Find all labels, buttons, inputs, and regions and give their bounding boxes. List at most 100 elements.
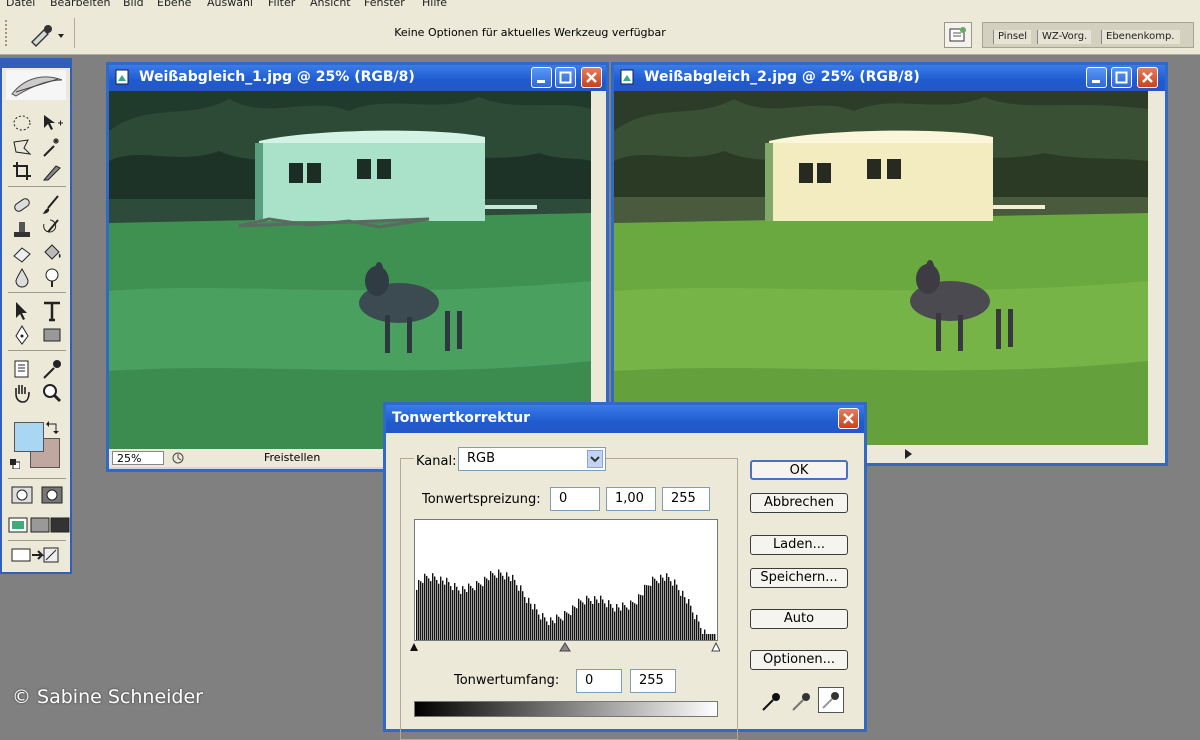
menu-ebene[interactable]: Ebene (157, 0, 191, 9)
channel-select[interactable]: RGB (458, 447, 606, 471)
document-1-scrollbar[interactable] (591, 91, 606, 449)
palette-tab-ebenenkomp[interactable]: Ebenenkomp. (1101, 30, 1180, 44)
notes-tool-icon[interactable] (10, 358, 34, 380)
histogram-bar (668, 577, 670, 640)
histogram-bar (424, 573, 426, 640)
output-white-field[interactable]: 255 (630, 669, 676, 693)
pen-tool-icon[interactable] (10, 324, 34, 346)
zoom-tool-icon[interactable] (40, 382, 64, 404)
scroll-right-arrow-icon[interactable] (902, 448, 914, 460)
toolbox-title-bar[interactable] (2, 60, 70, 68)
white-eyedropper-icon[interactable] (818, 687, 844, 713)
input-white-field[interactable]: 255 (662, 487, 710, 511)
move-tool-icon[interactable] (40, 112, 64, 134)
output-black-field[interactable]: 0 (576, 669, 622, 693)
palette-tab-pinsel[interactable]: Pinsel (993, 30, 1032, 44)
menu-datei[interactable]: Datei (6, 0, 35, 9)
gray-eyedropper-icon[interactable] (790, 689, 814, 713)
maximize-button[interactable] (1111, 67, 1132, 88)
minimize-button[interactable] (1086, 67, 1107, 88)
maximize-button[interactable] (555, 67, 576, 88)
swap-colors-icon[interactable] (46, 420, 60, 434)
magic-wand-icon[interactable] (40, 136, 64, 158)
dodge-tool-icon[interactable] (40, 266, 64, 288)
input-black-field[interactable]: 0 (550, 487, 600, 511)
menu-fenster[interactable]: Fenster (364, 0, 405, 9)
dialog-title-bar[interactable]: Tonwertkorrektur (386, 405, 864, 433)
crop-tool-icon[interactable] (10, 160, 34, 182)
menu-filter[interactable]: Filter (268, 0, 295, 9)
histogram-bar (500, 572, 502, 640)
menu-hilfe[interactable]: Hilfe (422, 0, 447, 9)
histogram-bar (706, 634, 708, 640)
rectangle-tool-icon[interactable] (40, 324, 64, 346)
healing-brush-icon[interactable] (10, 194, 34, 216)
black-eyedropper-icon[interactable] (760, 689, 784, 713)
marquee-tool-icon[interactable] (10, 112, 34, 134)
histogram-bar (416, 589, 418, 640)
cancel-button[interactable]: Abbrechen (750, 493, 848, 513)
ok-button[interactable]: OK (750, 460, 848, 480)
histogram-bar (464, 589, 466, 640)
file-browser-icon[interactable] (944, 22, 972, 48)
document-2-scrollbar[interactable] (1148, 91, 1165, 445)
lasso-tool-icon[interactable] (10, 136, 34, 158)
quick-mask-icon[interactable] (40, 484, 64, 506)
gamma-slider[interactable] (559, 642, 571, 652)
input-sliders[interactable] (410, 641, 720, 653)
stamp-tool-icon[interactable] (10, 218, 34, 240)
blur-tool-icon[interactable] (10, 266, 34, 288)
screen-mode-full-icon[interactable] (48, 514, 70, 536)
histogram-bar (652, 576, 654, 640)
black-point-slider[interactable] (410, 643, 418, 651)
brush-tool-icon[interactable] (40, 194, 64, 216)
document-1-canvas[interactable] (109, 91, 591, 449)
tool-preset-picker[interactable] (14, 22, 70, 48)
document-1-title-bar[interactable]: Weißabgleich_1.jpg @ 25% (RGB/8) (109, 65, 606, 91)
menu-ansicht[interactable]: Ansicht (310, 0, 351, 9)
menu-auswahl[interactable]: Auswahl (207, 0, 253, 9)
close-button[interactable] (1137, 67, 1158, 88)
feather-logo-icon[interactable] (6, 70, 66, 100)
eyedropper-tool-icon[interactable] (40, 358, 64, 380)
load-button[interactable]: Laden... (750, 535, 848, 555)
hand-tool-icon[interactable] (10, 382, 34, 404)
photo-credit: © Sabine Schneider (12, 686, 203, 708)
default-colors-icon[interactable] (10, 458, 21, 470)
chevron-down-icon[interactable] (587, 450, 603, 468)
menu-bild[interactable]: Bild (123, 0, 144, 9)
history-brush-icon[interactable] (40, 218, 64, 240)
options-bar-grip[interactable] (5, 20, 11, 46)
menu-bearbeiten[interactable]: Bearbeiten (50, 0, 110, 9)
histogram-bar (486, 578, 488, 640)
foreground-color-swatch[interactable] (14, 422, 44, 452)
paint-bucket-icon[interactable] (40, 242, 64, 264)
status-menu-icon[interactable] (171, 451, 185, 465)
histogram-bar (696, 614, 698, 640)
document-2-canvas[interactable] (614, 91, 1148, 445)
histogram-bar (554, 623, 556, 640)
options-button[interactable]: Optionen... (750, 650, 848, 670)
palette-tab-wz-vorg[interactable]: WZ-Vorg. (1037, 30, 1092, 44)
document-2-title-bar[interactable]: Weißabgleich_2.jpg @ 25% (RGB/8) (614, 65, 1165, 91)
zoom-level-field[interactable]: 25% (112, 451, 164, 465)
eraser-tool-icon[interactable] (10, 242, 34, 264)
screen-mode-full-menu-icon[interactable] (28, 514, 50, 536)
text-tool-icon[interactable] (40, 300, 64, 322)
options-bar: Keine Optionen für aktuelles Werkzeug ve… (0, 12, 1200, 55)
white-point-slider[interactable] (711, 641, 720, 652)
close-button[interactable] (838, 408, 859, 429)
save-button[interactable]: Speichern... (750, 568, 848, 588)
histogram-bar (622, 602, 624, 640)
standard-mode-icon[interactable] (10, 484, 34, 506)
jump-to-imageready-icon[interactable] (10, 544, 62, 566)
path-selection-icon[interactable] (10, 300, 34, 322)
input-gamma-field[interactable]: 1,00 (606, 487, 656, 511)
screen-mode-standard-icon[interactable] (6, 514, 28, 536)
auto-button[interactable]: Auto (750, 609, 848, 629)
histogram-bar (654, 578, 656, 640)
slice-tool-icon[interactable] (40, 160, 64, 182)
histogram-bar (600, 595, 602, 640)
close-button[interactable] (581, 67, 602, 88)
minimize-button[interactable] (531, 67, 552, 88)
